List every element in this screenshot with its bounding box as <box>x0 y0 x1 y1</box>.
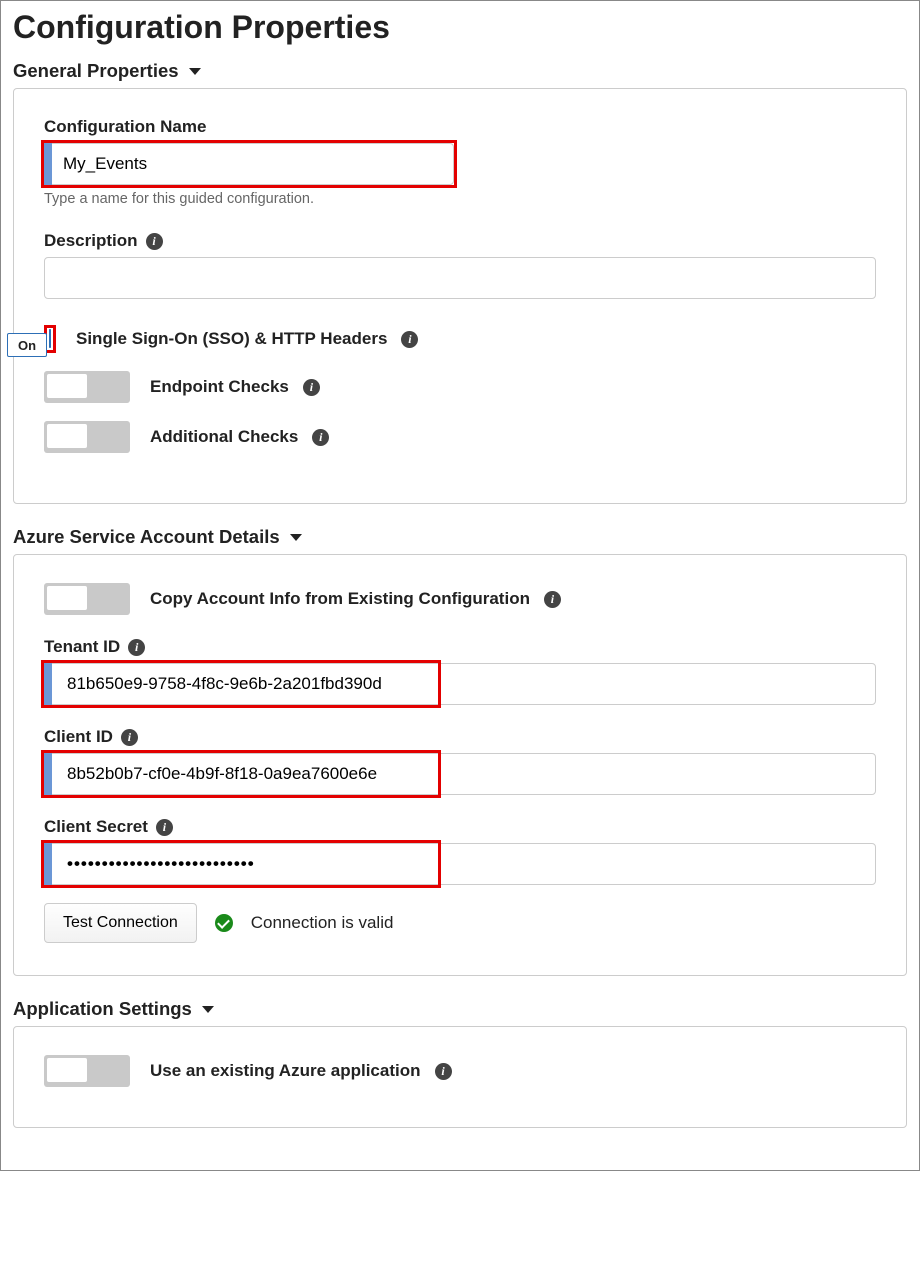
chevron-down-icon <box>189 68 201 75</box>
info-icon[interactable]: i <box>544 591 561 608</box>
section-header-appsettings-label: Application Settings <box>13 998 192 1020</box>
copy-info-toggle[interactable] <box>44 583 130 615</box>
toggle-row-use-existing: Use an existing Azure application i <box>44 1055 876 1087</box>
toggle-row-endpoint: Endpoint Checks i <box>44 371 876 403</box>
field-config-name: Configuration Name Type a name for this … <box>44 117 876 207</box>
test-connection-row: Test Connection Connection is valid <box>44 903 876 943</box>
copy-info-toggle-label: Copy Account Info from Existing Configur… <box>150 589 530 609</box>
test-connection-button[interactable]: Test Connection <box>44 903 197 943</box>
info-icon[interactable]: i <box>303 379 320 396</box>
description-label: Description <box>44 231 138 251</box>
toggle-knob <box>47 374 87 398</box>
endpoint-toggle[interactable] <box>44 371 130 403</box>
info-icon[interactable]: i <box>128 639 145 656</box>
section-header-azure-label: Azure Service Account Details <box>13 526 280 548</box>
field-tenant-id: Tenant ID i <box>44 637 876 705</box>
config-name-input[interactable] <box>44 143 454 185</box>
use-existing-toggle[interactable] <box>44 1055 130 1087</box>
panel-azure: Copy Account Info from Existing Configur… <box>13 554 907 976</box>
toggle-row-additional: Additional Checks i <box>44 421 876 453</box>
sso-toggle[interactable]: On <box>49 329 51 348</box>
field-description: Description i <box>44 231 876 299</box>
info-icon[interactable]: i <box>312 429 329 446</box>
client-secret-input[interactable] <box>44 843 876 885</box>
config-name-label: Configuration Name <box>44 117 206 137</box>
panel-appsettings: Use an existing Azure application i <box>13 1026 907 1128</box>
chevron-down-icon <box>202 1006 214 1013</box>
endpoint-toggle-label: Endpoint Checks <box>150 377 289 397</box>
section-header-appsettings[interactable]: Application Settings <box>13 998 907 1020</box>
toggle-knob <box>47 586 87 610</box>
sso-toggle-label: Single Sign-On (SSO) & HTTP Headers <box>76 329 387 349</box>
client-id-label: Client ID <box>44 727 113 747</box>
toggle-knob <box>47 1058 87 1082</box>
description-input[interactable] <box>44 257 876 299</box>
panel-general: Configuration Name Type a name for this … <box>13 88 907 504</box>
client-secret-label: Client Secret <box>44 817 148 837</box>
section-header-general-label: General Properties <box>13 60 179 82</box>
tenant-id-input[interactable] <box>44 663 876 705</box>
config-name-hint: Type a name for this guided configuratio… <box>44 191 876 207</box>
field-client-id: Client ID i <box>44 727 876 795</box>
page-title: Configuration Properties <box>13 9 907 46</box>
field-client-secret: Client Secret i <box>44 817 876 885</box>
client-id-input[interactable] <box>44 753 876 795</box>
info-icon[interactable]: i <box>121 729 138 746</box>
info-icon[interactable]: i <box>156 819 173 836</box>
tenant-id-label: Tenant ID <box>44 637 120 657</box>
page-frame: Configuration Properties General Propert… <box>0 0 920 1171</box>
toggle-knob <box>47 424 87 448</box>
check-circle-icon <box>215 914 233 932</box>
chevron-down-icon <box>290 534 302 541</box>
section-header-azure[interactable]: Azure Service Account Details <box>13 526 907 548</box>
use-existing-toggle-label: Use an existing Azure application <box>150 1061 421 1081</box>
info-icon[interactable]: i <box>435 1063 452 1080</box>
highlight-box: On <box>44 325 56 353</box>
connection-status-text: Connection is valid <box>251 913 394 933</box>
toggle-row-sso: On Single Sign-On (SSO) & HTTP Headers i <box>44 325 876 353</box>
section-header-general[interactable]: General Properties <box>13 60 907 82</box>
additional-toggle[interactable] <box>44 421 130 453</box>
toggle-knob-label: On <box>7 333 47 357</box>
additional-toggle-label: Additional Checks <box>150 427 298 447</box>
toggle-row-copy: Copy Account Info from Existing Configur… <box>44 583 876 615</box>
info-icon[interactable]: i <box>401 331 418 348</box>
info-icon[interactable]: i <box>146 233 163 250</box>
